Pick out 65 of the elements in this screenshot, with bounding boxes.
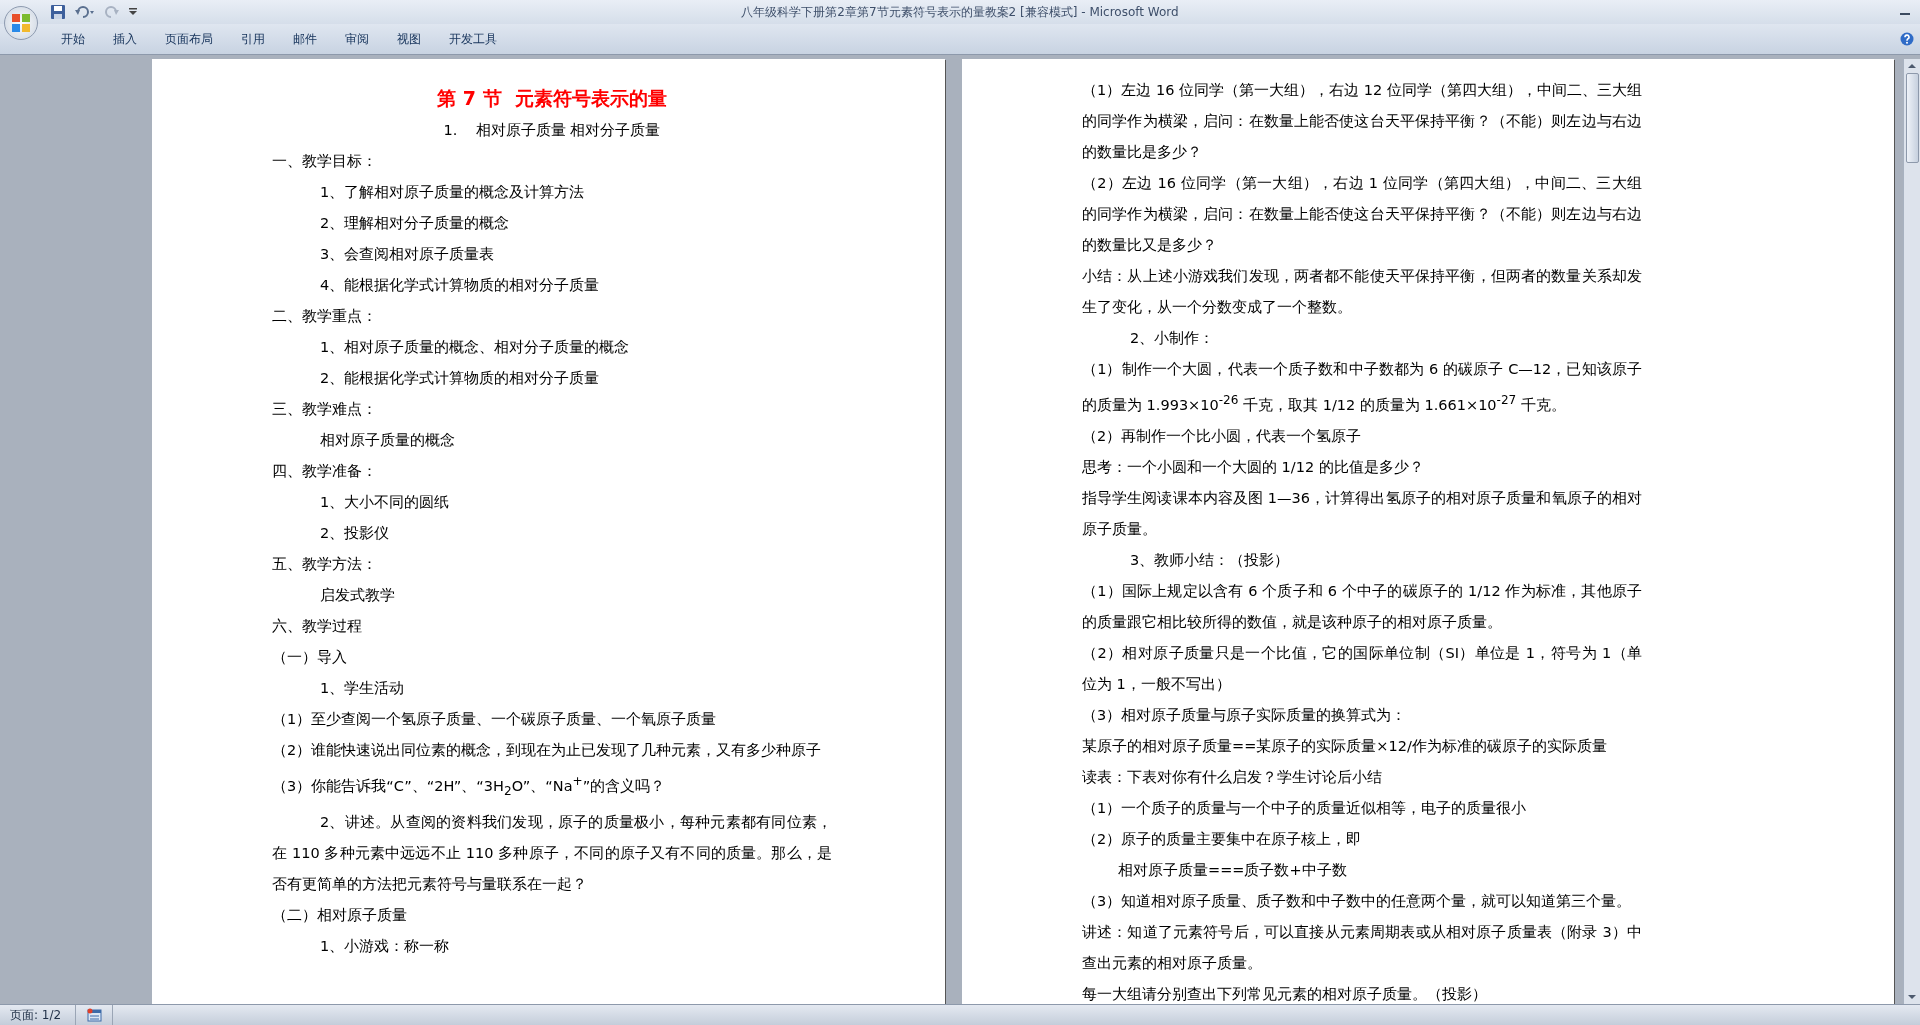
- paragraph: 1、学生活动: [319, 679, 406, 698]
- paragraph: 四、教学准备：: [272, 462, 378, 481]
- ribbon-tab[interactable]: 引用: [228, 26, 278, 52]
- paragraph: 指导学生阅读课本内容及图 1—36，计算得出氢原子的相对原子质量和氧原子的相对原子质量。: [1082, 488, 1642, 539]
- page-indicator[interactable]: 页面: 1/2: [0, 1005, 77, 1025]
- paragraph: （二）相对原子质量: [272, 905, 408, 925]
- paragraph: 某原子的相对原子质量==某原子的实际质量×12/作为标准的碳原子的实际质量: [1082, 736, 1608, 756]
- paragraph: 讲述：知道了元素符号后，可以直接从元素周期表或从相对原子质量表（附录 3）中查出元素的相对原子质量。: [1082, 922, 1642, 973]
- paragraph: 1、了解相对原子质量的概念及计算方法: [319, 183, 586, 202]
- ribbon-tab[interactable]: 视图: [384, 26, 434, 52]
- ribbon-tab[interactable]: 邮件: [280, 26, 330, 52]
- paragraph: 每一大组请分别查出下列常见元素的相对原子质量。（投影）: [1082, 984, 1488, 1004]
- paragraph: （2）左边 16 位同学（第一大组），右边 1 位同学（第四大组），中间二、三大组的同学作为横梁，启问：在数量上能否使这台天平保持平衡？（不能）则左边与右边的数量比又是多少？: [1082, 174, 1642, 255]
- document-title: 第 7 节 元素符号表示的量: [436, 86, 668, 111]
- vertical-scrollbar[interactable]: [1903, 59, 1920, 1004]
- paragraph: （2）谁能快速说出同位素的概念，到现在为止已发现了几种元素，又有多少种原子: [272, 741, 823, 760]
- paragraph: 五、教学方法：: [272, 555, 378, 574]
- paragraph: （2）相对原子质量只是一个比值，它的国际单位制（SI）单位是 1，符号为 1（单位为 1，一般不写出）: [1082, 643, 1642, 694]
- paragraph: 二、教学重点：: [272, 307, 378, 326]
- ribbon-tab[interactable]: 插入: [100, 26, 150, 52]
- window-title: 八年级科学下册第2章第7节元素符号表示的量教案2 [兼容模式] - Microsoft Word: [741, 3, 1179, 21]
- paragraph: 1、大小不同的圆纸: [319, 493, 451, 512]
- paragraph: （2）原子的质量主要集中在原子核上，即: [1082, 829, 1363, 849]
- paragraph: （3）知道相对原子质量、质子数和中子数中的任意两个量，就可以知道第三个量。: [1082, 891, 1633, 911]
- paragraph: （1）至少查阅一个氢原子质量、一个碳原子质量、一个氧原子质量: [272, 710, 718, 729]
- paragraph: 2、投影仪: [319, 524, 391, 543]
- paragraph: （2）再制作一个比小圆，代表一个氢原子: [1082, 426, 1363, 446]
- paragraph: 1、相对原子质量的概念、相对分子质量的概念: [319, 338, 631, 357]
- paragraph: 3、会查阅相对原子质量表: [319, 245, 496, 264]
- document-subtitle: 1. 相对原子质量 相对分子质量: [442, 121, 662, 140]
- paragraph: 读表：下表对你有什么启发？学生讨论后小结: [1082, 767, 1383, 787]
- paragraph: 思考：一个小圆和一个大圆的 1/12 的比值是多少？: [1082, 457, 1425, 477]
- paragraph: （1）左边 16 位同学（第一大组），右边 12 位同学（第四大组），中间二、三大组的同学作为横梁，启问：在数量上能否使这台天平保持平衡？（不能）则左边与右边的数量比是多少？: [1082, 81, 1642, 162]
- paragraph: （3）相对原子质量与原子实际质量的换算式为：: [1082, 705, 1408, 725]
- paragraph: （3）你能告诉我“C”、“2H”、“3H$_{2}$O”、“Na$^{+}$”的含义吗？: [272, 773, 667, 800]
- paragraph: 启发式教学: [319, 586, 396, 605]
- paragraph: 2、小制作：: [1129, 329, 1216, 348]
- paragraph: （1）国际上规定以含有 6 个质子和 6 个中子的碳原子的 1/12 作为标准，其他原子的质量跟它相比较所得的数值，就是该种原子的相对原子质量。: [1082, 581, 1642, 632]
- paragraph: 2、能根据化学式计算物质的相对分子质量: [319, 369, 601, 388]
- office-button[interactable]: [4, 6, 38, 40]
- office-logo-icon: [10, 12, 32, 34]
- paragraph: 一、教学目标：: [272, 152, 378, 171]
- paragraph: 1、小游戏：称一称: [319, 936, 451, 956]
- paragraph: （一）导入: [272, 648, 348, 667]
- ribbon-tab[interactable]: 页面布局: [152, 26, 226, 52]
- paragraph: 六、教学过程: [272, 617, 363, 636]
- paragraph: （1）制作一个大圆，代表一个质子数和中子数都为 6 的碳原子 C—12，已知该原子的质量为 1.993×10$^{-26}$ 千克，取其 1/12 的质量为 1.661×10$^{-27}$ 千克。: [1082, 360, 1642, 415]
- help-icon[interactable]: [1900, 32, 1914, 46]
- paragraph: （1）一个质子的质量与一个中子的质量近似相等，电子的质量很小: [1082, 798, 1528, 818]
- ribbon-tab[interactable]: 审阅: [332, 26, 382, 52]
- paragraph: 2、讲述。从查阅的资料我们发现，原子的质量极小，每种元素都有同位素，在 110 多种元素中远远不止 110 多种原子，不同的原子又有不同的质量。那么，是否有更简单的方法把元素符号与量联系在一起？: [272, 812, 832, 894]
- paragraph: 三、教学难点：: [272, 400, 378, 419]
- save-icon[interactable]: [50, 4, 66, 20]
- paragraph: 相对原子质量的概念: [319, 431, 456, 450]
- paragraph: 4、能根据化学式计算物质的相对分子质量: [319, 276, 601, 295]
- scroll-thumb[interactable]: [1905, 73, 1919, 163]
- undo-icon[interactable]: [74, 4, 96, 20]
- paragraph: 3、教师小结：（投影）: [1129, 550, 1291, 570]
- customize-caret-icon[interactable]: [128, 7, 138, 17]
- ribbon-tab[interactable]: 开发工具: [436, 26, 510, 52]
- paragraph: 小结：从上述小游戏我们发现，两者都不能使天平保持平衡，但两者的数量关系却发生了变化，从一个分数变成了一个整数。: [1082, 267, 1642, 317]
- document-status-icon[interactable]: [86, 1008, 103, 1022]
- paragraph: 2、理解相对分子质量的概念: [319, 214, 511, 233]
- paragraph: 相对原子质量===质子数+中子数: [1117, 860, 1348, 880]
- ribbon-tab[interactable]: 开始: [48, 26, 98, 52]
